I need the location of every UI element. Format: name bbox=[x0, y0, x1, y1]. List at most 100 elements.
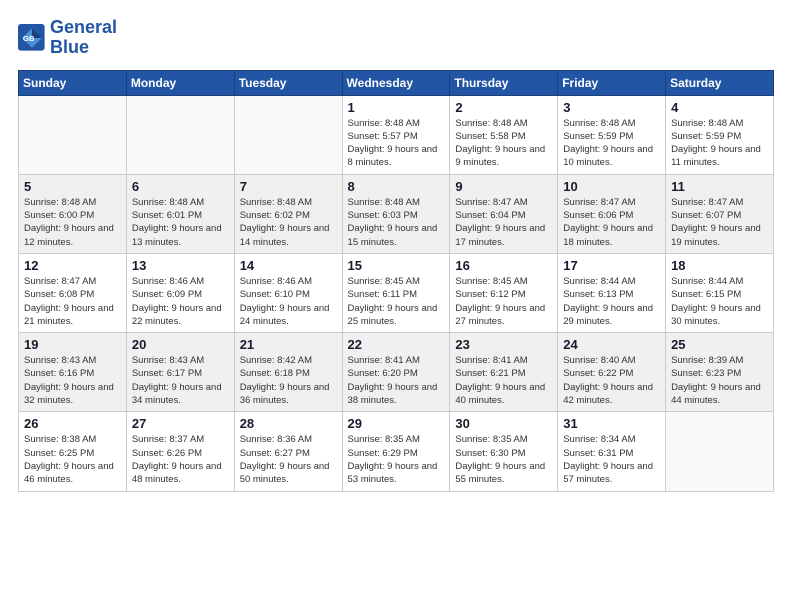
calendar-cell: 27Sunrise: 8:37 AM Sunset: 6:26 PM Dayli… bbox=[126, 412, 234, 491]
day-number: 10 bbox=[563, 179, 660, 194]
day-number: 29 bbox=[348, 416, 445, 431]
cell-info: Sunrise: 8:46 AM Sunset: 6:09 PM Dayligh… bbox=[132, 275, 229, 328]
calendar-cell: 26 Sunrise: 8:38 AM Sunset: 6:25 PM Dayli… bbox=[19, 412, 127, 491]
day-number: 8 bbox=[348, 179, 445, 194]
calendar-cell bbox=[126, 95, 234, 174]
cell-info: Sunrise: 8:48 AM Sunset: 5:58 PM Dayligh… bbox=[455, 117, 552, 170]
day-number: 21 bbox=[240, 337, 337, 352]
cell-info: Sunrise: 8:43 AM Sunset: 6:16 PM Dayligh… bbox=[24, 354, 121, 407]
calendar-cell: 16 Sunrise: 8:45 AM Sunset: 6:12 PM Dayli… bbox=[450, 253, 558, 332]
weekday-header-friday: Friday bbox=[558, 70, 666, 95]
calendar-week-4: 19 Sunrise: 8:43 AM Sunset: 6:16 PM Dayli… bbox=[19, 333, 774, 412]
calendar-cell: 12Sunrise: 8:47 AM Sunset: 6:08 PM Dayli… bbox=[19, 253, 127, 332]
day-number: 17 bbox=[563, 258, 660, 273]
cell-info: Sunrise: 8:47 AM Sunset: 6:04 PM Dayligh… bbox=[455, 196, 552, 249]
calendar-cell: 18 Sunrise: 8:44 AM Sunset: 6:15 PM Dayli… bbox=[666, 253, 774, 332]
weekday-header-row: SundayMondayTuesdayWednesdayThursdayFrid… bbox=[19, 70, 774, 95]
cell-info: Sunrise: 8:45 AM Sunset: 6:12 PM Dayligh… bbox=[455, 275, 552, 328]
day-number: 24 bbox=[563, 337, 660, 352]
cell-info: Sunrise: 8:48 AM Sunset: 5:59 PM Dayligh… bbox=[563, 117, 660, 170]
calendar-cell: 7Sunrise: 8:48 AM Sunset: 6:02 PM Daylig… bbox=[234, 174, 342, 253]
calendar-week-3: 12Sunrise: 8:47 AM Sunset: 6:08 PM Dayli… bbox=[19, 253, 774, 332]
day-number: 3 bbox=[563, 100, 660, 115]
day-number: 27 bbox=[132, 416, 229, 431]
calendar-cell: 4Sunrise: 8:48 AM Sunset: 5:59 PM Daylig… bbox=[666, 95, 774, 174]
weekday-header-thursday: Thursday bbox=[450, 70, 558, 95]
day-number: 25 bbox=[671, 337, 768, 352]
calendar-cell: 13 Sunrise: 8:46 AM Sunset: 6:09 PM Dayli… bbox=[126, 253, 234, 332]
calendar-week-1: 1 Sunrise: 8:48 AM Sunset: 5:57 PM Daylig… bbox=[19, 95, 774, 174]
day-number: 11 bbox=[671, 179, 768, 194]
day-number: 31 bbox=[563, 416, 660, 431]
cell-info: Sunrise: 8:41 AM Sunset: 6:21 PM Dayligh… bbox=[455, 354, 552, 407]
calendar-week-2: 5Sunrise: 8:48 AM Sunset: 6:00 PM Daylig… bbox=[19, 174, 774, 253]
day-number: 6 bbox=[132, 179, 229, 194]
calendar-cell bbox=[234, 95, 342, 174]
calendar-cell: 23Sunrise: 8:41 AM Sunset: 6:21 PM Dayli… bbox=[450, 333, 558, 412]
calendar-cell: 31Sunrise: 8:34 AM Sunset: 6:31 PM Dayli… bbox=[558, 412, 666, 491]
calendar-cell: 22 Sunrise: 8:41 AM Sunset: 6:20 PM Dayli… bbox=[342, 333, 450, 412]
cell-info: Sunrise: 8:48 AM Sunset: 6:03 PM Dayligh… bbox=[348, 196, 445, 249]
cell-info: Sunrise: 8:44 AM Sunset: 6:15 PM Dayligh… bbox=[671, 275, 768, 328]
day-number: 4 bbox=[671, 100, 768, 115]
calendar-cell: 17Sunrise: 8:44 AM Sunset: 6:13 PM Dayli… bbox=[558, 253, 666, 332]
cell-info: Sunrise: 8:43 AM Sunset: 6:17 PM Dayligh… bbox=[132, 354, 229, 407]
day-number: 28 bbox=[240, 416, 337, 431]
calendar-cell: 29 Sunrise: 8:35 AM Sunset: 6:29 PM Dayli… bbox=[342, 412, 450, 491]
cell-info: Sunrise: 8:42 AM Sunset: 6:18 PM Dayligh… bbox=[240, 354, 337, 407]
cell-info: Sunrise: 8:48 AM Sunset: 6:01 PM Dayligh… bbox=[132, 196, 229, 249]
cell-info: Sunrise: 8:38 AM Sunset: 6:25 PM Dayligh… bbox=[24, 433, 121, 486]
cell-info: Sunrise: 8:35 AM Sunset: 6:29 PM Dayligh… bbox=[348, 433, 445, 486]
logo-text: General Blue bbox=[50, 18, 117, 58]
cell-info: Sunrise: 8:47 AM Sunset: 6:06 PM Dayligh… bbox=[563, 196, 660, 249]
day-number: 13 bbox=[132, 258, 229, 273]
day-number: 1 bbox=[348, 100, 445, 115]
day-number: 19 bbox=[24, 337, 121, 352]
logo: GB General Blue bbox=[18, 18, 117, 58]
calendar-cell: 11 Sunrise: 8:47 AM Sunset: 6:07 PM Dayli… bbox=[666, 174, 774, 253]
calendar: SundayMondayTuesdayWednesdayThursdayFrid… bbox=[18, 70, 774, 492]
calendar-cell: 28 Sunrise: 8:36 AM Sunset: 6:27 PM Dayli… bbox=[234, 412, 342, 491]
weekday-header-sunday: Sunday bbox=[19, 70, 127, 95]
day-number: 22 bbox=[348, 337, 445, 352]
calendar-cell: 20 Sunrise: 8:43 AM Sunset: 6:17 PM Dayli… bbox=[126, 333, 234, 412]
cell-info: Sunrise: 8:47 AM Sunset: 6:07 PM Dayligh… bbox=[671, 196, 768, 249]
calendar-cell: 6 Sunrise: 8:48 AM Sunset: 6:01 PM Daylig… bbox=[126, 174, 234, 253]
header: GB General Blue bbox=[18, 18, 774, 58]
day-number: 2 bbox=[455, 100, 552, 115]
cell-info: Sunrise: 8:36 AM Sunset: 6:27 PM Dayligh… bbox=[240, 433, 337, 486]
calendar-cell: 2 Sunrise: 8:48 AM Sunset: 5:58 PM Daylig… bbox=[450, 95, 558, 174]
day-number: 16 bbox=[455, 258, 552, 273]
calendar-cell: 19 Sunrise: 8:43 AM Sunset: 6:16 PM Dayli… bbox=[19, 333, 127, 412]
day-number: 15 bbox=[348, 258, 445, 273]
calendar-cell: 10 Sunrise: 8:47 AM Sunset: 6:06 PM Dayli… bbox=[558, 174, 666, 253]
calendar-cell: 25 Sunrise: 8:39 AM Sunset: 6:23 PM Dayli… bbox=[666, 333, 774, 412]
calendar-week-5: 26 Sunrise: 8:38 AM Sunset: 6:25 PM Dayli… bbox=[19, 412, 774, 491]
day-number: 9 bbox=[455, 179, 552, 194]
cell-info: Sunrise: 8:47 AM Sunset: 6:08 PM Dayligh… bbox=[24, 275, 121, 328]
calendar-cell: 15 Sunrise: 8:45 AM Sunset: 6:11 PM Dayli… bbox=[342, 253, 450, 332]
day-number: 20 bbox=[132, 337, 229, 352]
cell-info: Sunrise: 8:39 AM Sunset: 6:23 PM Dayligh… bbox=[671, 354, 768, 407]
day-number: 26 bbox=[24, 416, 121, 431]
weekday-header-saturday: Saturday bbox=[666, 70, 774, 95]
cell-info: Sunrise: 8:41 AM Sunset: 6:20 PM Dayligh… bbox=[348, 354, 445, 407]
svg-text:GB: GB bbox=[23, 34, 35, 43]
calendar-cell: 24 Sunrise: 8:40 AM Sunset: 6:22 PM Dayli… bbox=[558, 333, 666, 412]
calendar-cell: 3 Sunrise: 8:48 AM Sunset: 5:59 PM Daylig… bbox=[558, 95, 666, 174]
calendar-cell: 9 Sunrise: 8:47 AM Sunset: 6:04 PM Daylig… bbox=[450, 174, 558, 253]
day-number: 7 bbox=[240, 179, 337, 194]
cell-info: Sunrise: 8:46 AM Sunset: 6:10 PM Dayligh… bbox=[240, 275, 337, 328]
calendar-cell: 1 Sunrise: 8:48 AM Sunset: 5:57 PM Daylig… bbox=[342, 95, 450, 174]
cell-info: Sunrise: 8:40 AM Sunset: 6:22 PM Dayligh… bbox=[563, 354, 660, 407]
cell-info: Sunrise: 8:48 AM Sunset: 5:57 PM Dayligh… bbox=[348, 117, 445, 170]
day-number: 18 bbox=[671, 258, 768, 273]
page: GB General Blue SundayMondayTuesdayWedne… bbox=[0, 0, 792, 502]
calendar-cell: 5Sunrise: 8:48 AM Sunset: 6:00 PM Daylig… bbox=[19, 174, 127, 253]
day-number: 30 bbox=[455, 416, 552, 431]
calendar-cell bbox=[19, 95, 127, 174]
weekday-header-tuesday: Tuesday bbox=[234, 70, 342, 95]
cell-info: Sunrise: 8:45 AM Sunset: 6:11 PM Dayligh… bbox=[348, 275, 445, 328]
day-number: 14 bbox=[240, 258, 337, 273]
logo-icon: GB bbox=[18, 24, 46, 52]
